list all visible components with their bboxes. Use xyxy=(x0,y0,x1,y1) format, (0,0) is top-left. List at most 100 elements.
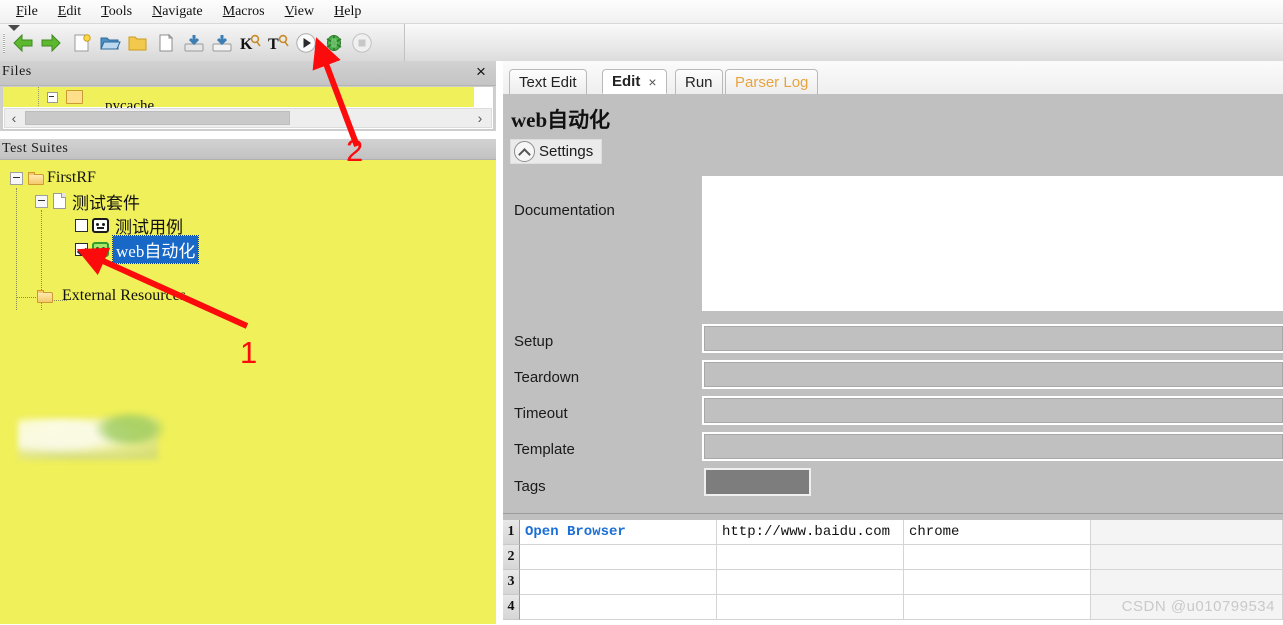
run-button[interactable] xyxy=(292,28,320,58)
stop-button[interactable] xyxy=(348,28,376,58)
tags-field[interactable] xyxy=(704,468,811,496)
menu-tools[interactable]: Tools xyxy=(91,2,142,22)
toolbar-grip[interactable] xyxy=(0,24,20,61)
tab-text-edit[interactable]: Text Edit xyxy=(509,69,587,94)
save-icon xyxy=(184,34,204,51)
settings-toggle-button[interactable]: Settings xyxy=(510,139,603,164)
menu-view[interactable]: View xyxy=(275,2,325,22)
menu-help-mnemonic: H xyxy=(334,3,345,19)
test-case-checkbox[interactable] xyxy=(75,218,88,232)
save-all-button[interactable] xyxy=(208,28,236,58)
folder-icon xyxy=(37,289,54,303)
tree-node-label: External Resources xyxy=(62,287,186,304)
files-tree[interactable]: pycache ‹ › xyxy=(2,86,494,130)
tab-edit[interactable]: Edit × xyxy=(602,69,667,94)
collapse-icon[interactable] xyxy=(35,194,48,208)
documentation-field[interactable] xyxy=(702,176,1283,311)
robot-icon-green xyxy=(92,241,109,257)
scrollbar-thumb[interactable] xyxy=(25,111,290,125)
new-file-button[interactable] xyxy=(68,28,96,58)
test-suites-title: Test Suites xyxy=(2,141,69,156)
new-document-button[interactable] xyxy=(152,28,180,58)
editor-tabstrip: Text Edit Edit × Run Parser Log xyxy=(503,61,1283,95)
grid-cell-keyword[interactable] xyxy=(520,570,717,595)
stop-icon xyxy=(352,32,372,53)
forward-arrow-icon xyxy=(41,33,61,52)
tree-node-web-automation[interactable]: web自动化 xyxy=(75,234,200,264)
new-file-icon xyxy=(74,33,91,51)
table-row[interactable]: 3 xyxy=(503,570,1283,595)
tree-node-firstrf[interactable]: FirstRF xyxy=(10,167,96,189)
test-suites-tree[interactable]: FirstRF 测试套件 测试用例 web自动化 External Resour… xyxy=(0,160,496,624)
menu-navigate[interactable]: Navigate xyxy=(142,2,213,22)
grid-cell-arg3[interactable] xyxy=(1091,570,1283,595)
save-button[interactable] xyxy=(180,28,208,58)
tree-node-external-resources[interactable]: External Resources xyxy=(32,285,186,307)
web-automation-checkbox[interactable] xyxy=(75,242,88,256)
test-suites-header: Test Suites xyxy=(0,139,496,160)
table-row[interactable]: 1 Open Browser http://www.baidu.com chro… xyxy=(503,520,1283,545)
timeout-label: Timeout xyxy=(514,405,568,422)
application-window: File Edit Tools Navigate Macros View Hel… xyxy=(0,0,1283,625)
collapse-icon[interactable] xyxy=(10,171,23,185)
tree-node-test-case[interactable]: 测试用例 xyxy=(75,214,183,237)
setup-field[interactable] xyxy=(702,324,1283,353)
table-row[interactable]: 4 xyxy=(503,595,1283,620)
open-folder-button[interactable] xyxy=(96,28,124,58)
save-all-icon xyxy=(212,34,232,51)
files-horizontal-scrollbar[interactable]: ‹ › xyxy=(4,108,492,128)
grid-cell-arg2[interactable]: chrome xyxy=(904,520,1091,545)
debug-button[interactable] xyxy=(320,28,348,58)
setup-label: Setup xyxy=(514,333,554,350)
grid-cell-arg1[interactable]: http://www.baidu.com xyxy=(717,520,904,545)
search-test-button[interactable]: T xyxy=(264,28,292,58)
tab-close-icon[interactable]: × xyxy=(648,74,656,90)
tree-guide xyxy=(31,87,45,107)
grid-cell-arg2[interactable] xyxy=(904,570,1091,595)
search-keyword-button[interactable]: K xyxy=(236,28,264,58)
timeout-field[interactable] xyxy=(702,396,1283,425)
tree-node-test-suite[interactable]: 测试套件 xyxy=(35,190,140,213)
search-test-icon: T xyxy=(268,34,289,53)
scroll-left-icon[interactable]: ‹ xyxy=(5,109,23,127)
robot-icon xyxy=(92,217,109,233)
grid-cell-arg1[interactable] xyxy=(717,545,904,570)
files-panel-header: Files × xyxy=(0,61,496,86)
documentation-label: Documentation xyxy=(514,202,615,219)
grid-cell-arg3[interactable] xyxy=(1091,520,1283,545)
grid-cell-arg1[interactable] xyxy=(717,595,904,620)
scroll-right-icon[interactable]: › xyxy=(471,109,489,127)
grid-cell-keyword[interactable] xyxy=(520,595,717,620)
run-icon xyxy=(296,32,316,53)
template-field[interactable] xyxy=(702,432,1283,461)
grid-cell-arg3[interactable] xyxy=(1091,545,1283,570)
panel-divider[interactable] xyxy=(496,61,503,624)
grid-cell-arg1[interactable] xyxy=(717,570,904,595)
menu-macros[interactable]: Macros xyxy=(213,2,275,22)
close-icon[interactable]: × xyxy=(472,63,490,81)
new-directory-button[interactable] xyxy=(124,28,152,58)
tree-node-label-selected: web自动化 xyxy=(111,234,200,264)
grid-cell-arg2[interactable] xyxy=(904,545,1091,570)
blurred-region xyxy=(95,412,165,446)
tab-parser-log[interactable]: Parser Log xyxy=(725,69,819,94)
grid-cell-keyword[interactable]: Open Browser xyxy=(520,520,717,545)
document-icon xyxy=(53,193,66,209)
forward-arrow-button[interactable] xyxy=(37,28,65,58)
tab-run[interactable]: Run xyxy=(675,69,723,94)
tab-label: Text Edit xyxy=(519,73,577,91)
tree-node-label: 测试用例 xyxy=(115,217,183,237)
grid-cell-arg2[interactable] xyxy=(904,595,1091,620)
grid-cell-arg3[interactable] xyxy=(1091,595,1283,620)
expand-collapse-icon[interactable] xyxy=(47,91,58,103)
table-row[interactable]: 2 xyxy=(503,545,1283,570)
tags-label: Tags xyxy=(514,478,546,495)
menu-edit[interactable]: Edit xyxy=(48,2,91,22)
menu-help[interactable]: Help xyxy=(324,2,371,22)
menu-help-rest: elp xyxy=(344,3,362,19)
back-arrow-button[interactable] xyxy=(9,28,37,58)
grid-cell-keyword[interactable] xyxy=(520,545,717,570)
files-tree-row[interactable]: pycache xyxy=(3,87,474,114)
menu-file[interactable]: File xyxy=(6,2,48,22)
teardown-field[interactable] xyxy=(702,360,1283,389)
